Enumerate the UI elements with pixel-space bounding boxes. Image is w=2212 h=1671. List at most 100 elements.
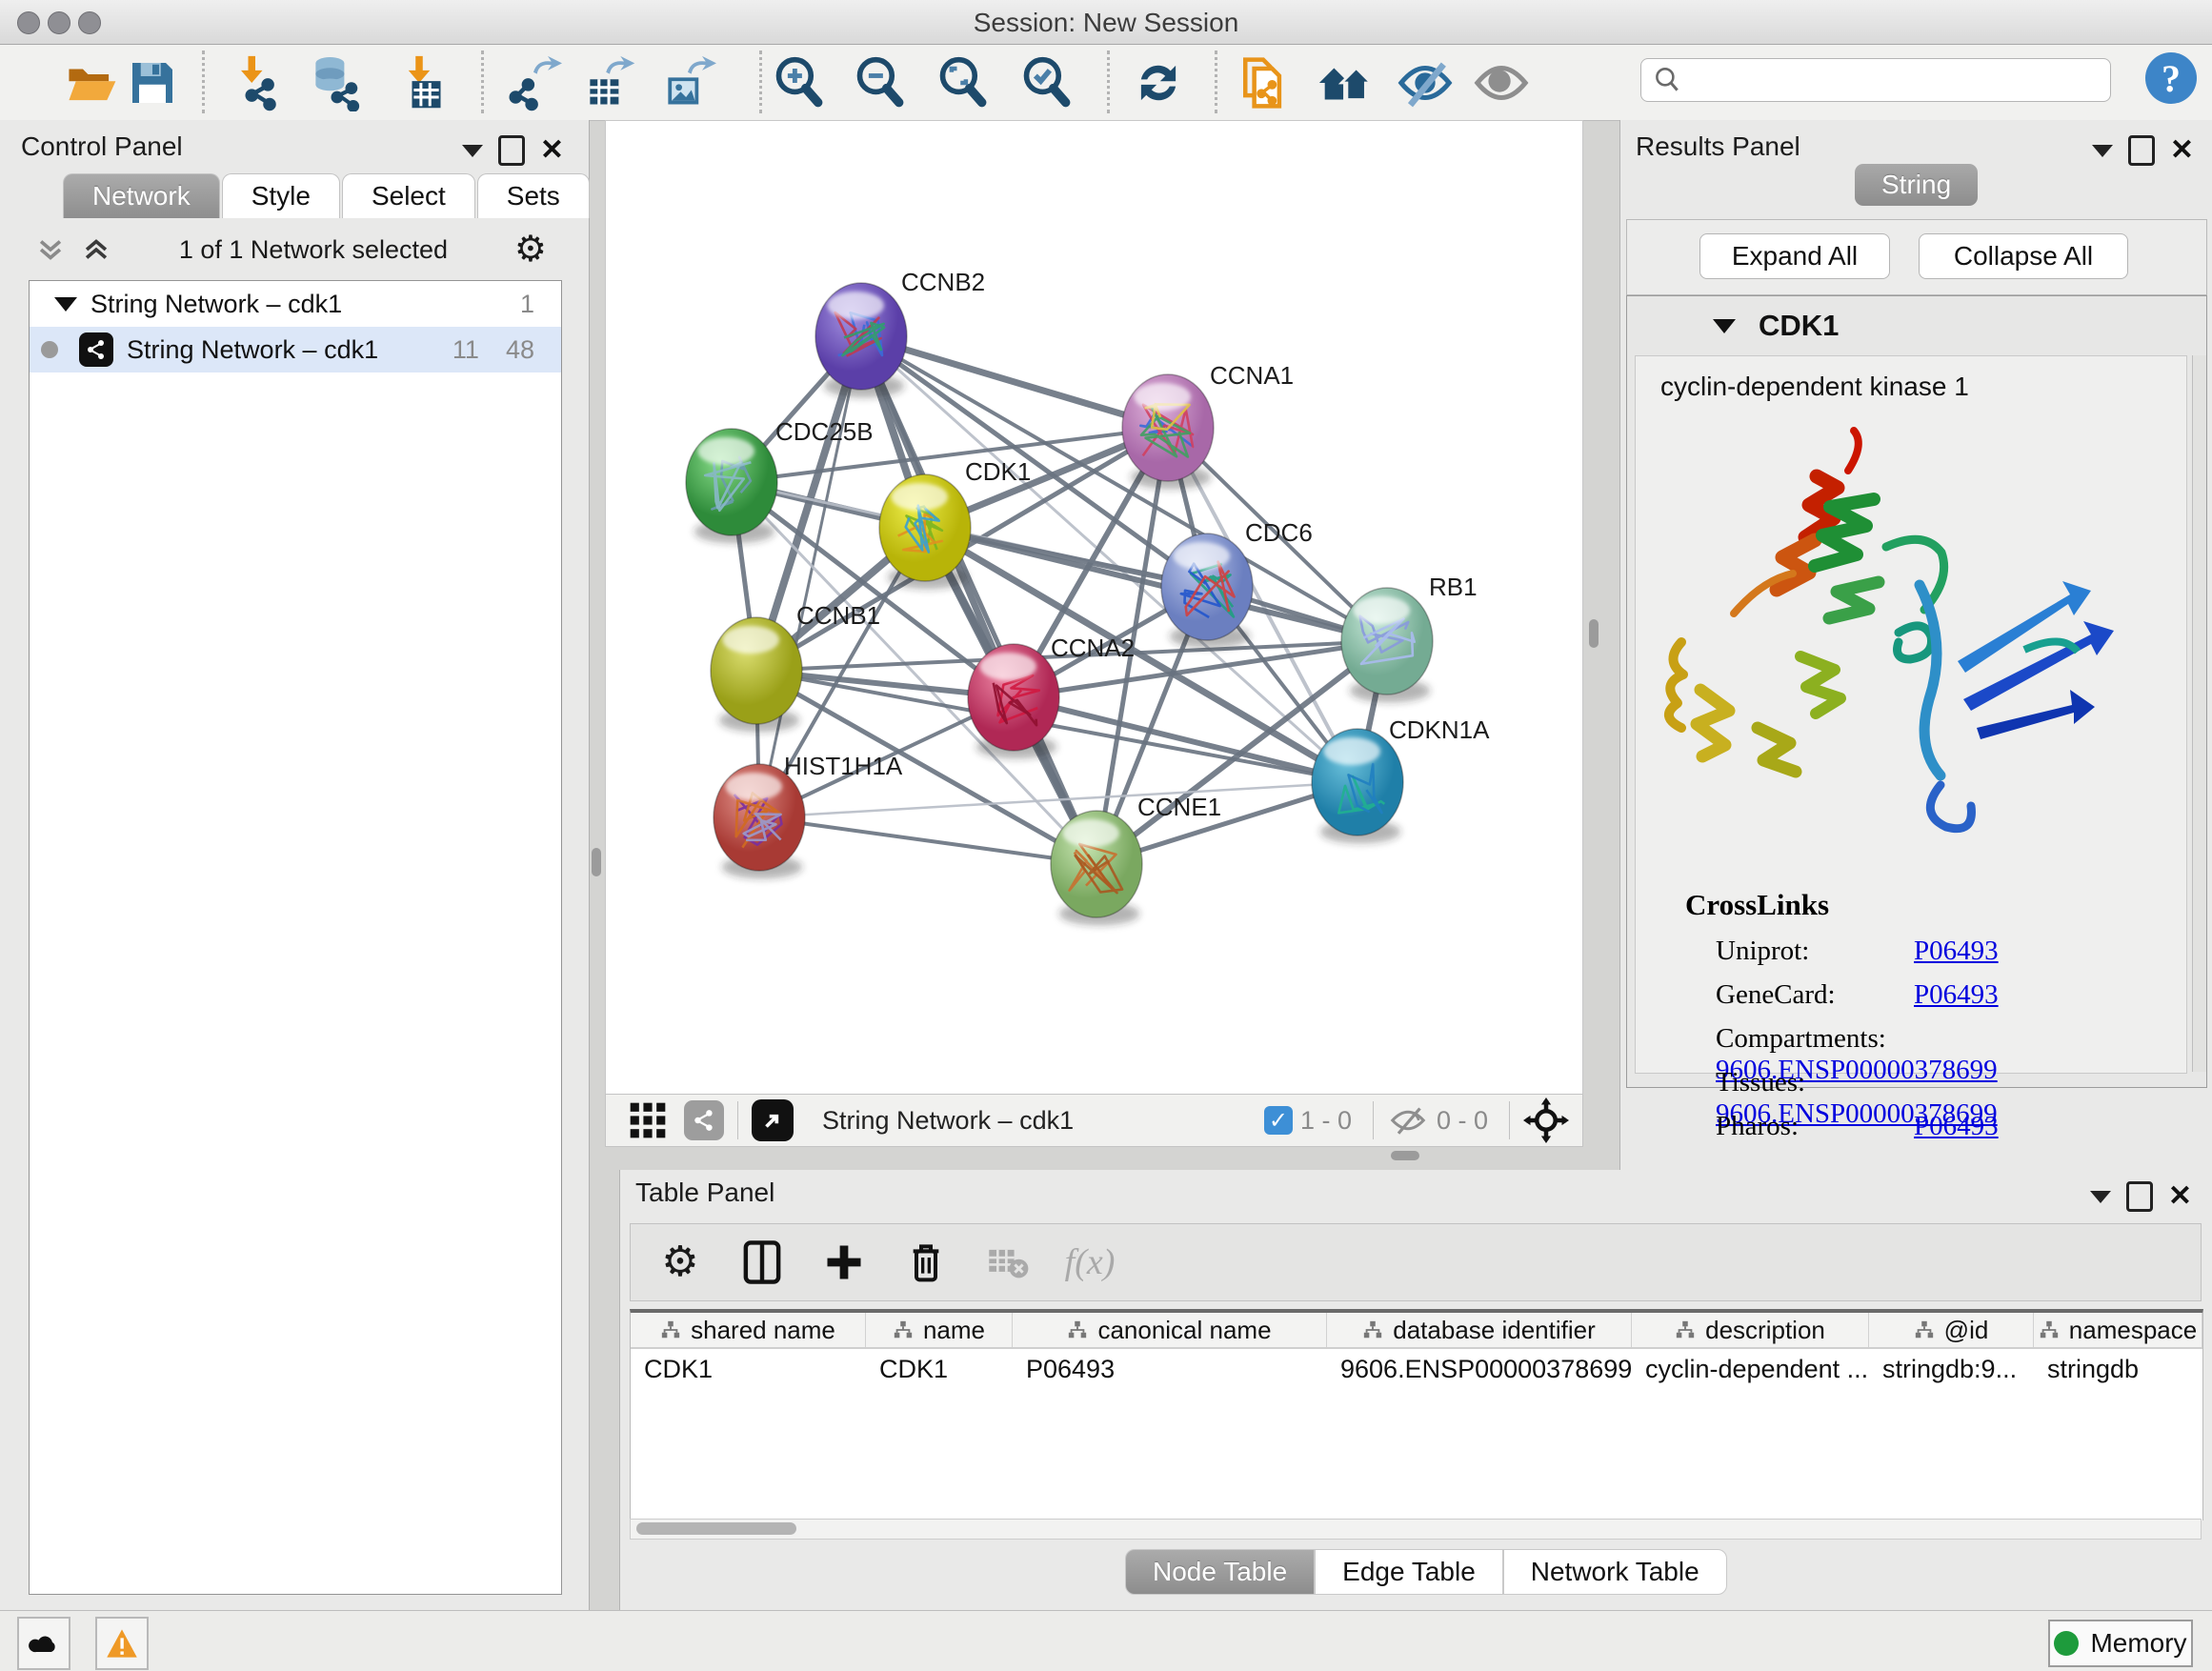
collapse-all-icon[interactable] (34, 232, 67, 267)
cloud-status-button[interactable] (17, 1617, 70, 1670)
column-header-database-identifier[interactable]: database identifier (1327, 1313, 1632, 1347)
table-cell: CDK1 (866, 1349, 1013, 1389)
column-header-name[interactable]: name (866, 1313, 1013, 1347)
open-file-icon[interactable] (61, 52, 122, 113)
tab-sets[interactable]: Sets (477, 173, 590, 218)
panel-menu-icon[interactable] (2092, 145, 2113, 157)
expand-all-icon[interactable] (80, 232, 112, 267)
column-header-canonical-name[interactable]: canonical name (1013, 1313, 1327, 1347)
float-panel-icon[interactable] (498, 135, 525, 166)
grid-view-icon[interactable] (627, 1099, 669, 1141)
selected-checkbox-icon[interactable]: ✓ (1264, 1106, 1293, 1135)
pan-crosshair-icon[interactable] (1523, 1097, 1569, 1143)
float-panel-icon[interactable] (2126, 1181, 2153, 1212)
network-node-CDKN1A[interactable]: CDKN1A (1312, 715, 1490, 843)
zoom-fit-icon[interactable] (934, 52, 995, 113)
right-splitter-handle[interactable] (1589, 619, 1599, 648)
column-header-description[interactable]: description (1632, 1313, 1869, 1347)
delete-table-icon[interactable] (983, 1238, 1033, 1287)
tab-style[interactable]: Style (222, 173, 340, 218)
tab-network-table[interactable]: Network Table (1503, 1549, 1727, 1595)
hidden-eye-icon[interactable] (1387, 1101, 1429, 1139)
network-node-CDC25B[interactable]: CDC25B (686, 417, 874, 543)
network-edge[interactable] (759, 817, 1096, 864)
clone-network-icon[interactable] (1233, 52, 1294, 113)
network-row[interactable]: String Network – cdk1 11 48 (30, 327, 561, 372)
collection-expand-icon[interactable] (54, 297, 77, 312)
add-column-icon[interactable] (819, 1238, 869, 1287)
tab-network[interactable]: Network (63, 173, 220, 218)
network-share-icon[interactable] (684, 1100, 724, 1140)
crosslink-row: GeneCard:P06493 (1716, 979, 1999, 1011)
scrollbar-thumb[interactable] (636, 1522, 796, 1535)
table-settings-gear-icon[interactable]: ⚙ (655, 1238, 705, 1287)
left-splitter-handle[interactable] (592, 848, 601, 876)
import-table-icon[interactable] (389, 52, 450, 113)
network-node-CCNE1[interactable]: CCNE1 (1051, 793, 1221, 925)
crosslink-link[interactable]: P06493 (1914, 1111, 1999, 1141)
tab-string[interactable]: String (1855, 164, 1978, 206)
search-input[interactable] (1693, 65, 2110, 96)
expand-all-button[interactable]: Expand All (1699, 233, 1890, 279)
network-node-CCNA1[interactable]: CCNA1 (1122, 361, 1294, 489)
close-panel-icon[interactable]: ✕ (2168, 1182, 2192, 1211)
hide-selected-icon[interactable] (1395, 52, 1456, 113)
table-panel-title: Table Panel (635, 1178, 774, 1208)
network-view-canvas[interactable]: CCNB2CCNA1CDC25BCDK1CDC6RB1CCNB1CCNA2CDK… (605, 120, 1583, 1096)
tab-edge-table[interactable]: Edge Table (1315, 1549, 1503, 1595)
help-icon[interactable]: ? (2145, 52, 2197, 104)
gear-icon[interactable]: ⚙ (514, 232, 547, 268)
open-in-window-icon[interactable] (752, 1099, 794, 1141)
refresh-icon[interactable] (1128, 52, 1189, 113)
show-all-icon[interactable] (1471, 52, 1532, 113)
float-panel-icon[interactable] (2128, 135, 2155, 166)
network-edge[interactable] (861, 336, 1168, 428)
network-collection-row[interactable]: String Network – cdk1 1 (30, 281, 561, 327)
tab-node-table[interactable]: Node Table (1125, 1549, 1315, 1595)
crosslink-label: Tissues: (1716, 1067, 1914, 1098)
network-node-CCNB2[interactable]: CCNB2 (815, 268, 985, 397)
panel-menu-icon[interactable] (2090, 1191, 2111, 1203)
zoom-in-icon[interactable] (770, 52, 831, 113)
tab-select[interactable]: Select (342, 173, 475, 218)
memory-button[interactable]: Memory (2048, 1620, 2193, 1667)
column-header-namespace[interactable]: namespace (2034, 1313, 2202, 1347)
import-network-file-icon[interactable] (225, 52, 286, 113)
save-session-icon[interactable] (122, 52, 183, 113)
network-edge[interactable] (759, 336, 861, 817)
entry-expand-icon[interactable] (1713, 319, 1736, 333)
entry-header[interactable]: CDK1 (1627, 296, 2206, 355)
network-edge[interactable] (1014, 697, 1357, 782)
network-edge[interactable] (925, 528, 1387, 641)
close-panel-icon[interactable]: ✕ (2170, 136, 2194, 165)
string-network-graph[interactable]: CCNB2CCNA1CDC25BCDK1CDC6RB1CCNB1CCNA2CDK… (606, 121, 1580, 1093)
export-table-icon[interactable] (579, 52, 640, 113)
collapse-all-button[interactable]: Collapse All (1919, 233, 2128, 279)
table-row[interactable]: CDK1CDK1P064939606.ENSP00000378699cyclin… (631, 1349, 2202, 1389)
crosslink-link[interactable]: P06493 (1914, 979, 1999, 1010)
table-cell: stringdb:9... (1869, 1349, 2034, 1389)
column-header--id[interactable]: @id (1869, 1313, 2034, 1347)
column-header-shared-name[interactable]: shared name (631, 1313, 866, 1347)
results-scrollbar[interactable] (2192, 355, 2206, 1072)
function-builder-icon[interactable]: f(x) (1065, 1238, 1115, 1287)
panel-menu-icon[interactable] (462, 145, 483, 157)
network-node-RB1[interactable]: RB1 (1341, 573, 1478, 702)
bottom-splitter-handle[interactable] (1391, 1151, 1419, 1160)
close-panel-icon[interactable]: ✕ (540, 136, 564, 165)
network-node-CCNA2[interactable]: CCNA2 (968, 634, 1135, 758)
warning-status-button[interactable] (95, 1617, 149, 1670)
zoom-out-icon[interactable] (851, 52, 912, 113)
zoom-selected-icon[interactable] (1017, 52, 1078, 113)
import-network-database-icon[interactable] (305, 52, 366, 113)
network-edge[interactable] (861, 336, 1096, 864)
export-image-icon[interactable] (657, 52, 718, 113)
node-label-CDC6: CDC6 (1245, 518, 1313, 547)
export-network-icon[interactable] (503, 52, 564, 113)
home-icon[interactable] (1315, 52, 1376, 113)
delete-column-trash-icon[interactable] (901, 1238, 951, 1287)
node-label-CDKN1A: CDKN1A (1389, 715, 1490, 744)
table-hscrollbar[interactable] (630, 1519, 2202, 1540)
show-columns-icon[interactable] (737, 1238, 787, 1287)
crosslink-link[interactable]: P06493 (1914, 936, 1999, 966)
